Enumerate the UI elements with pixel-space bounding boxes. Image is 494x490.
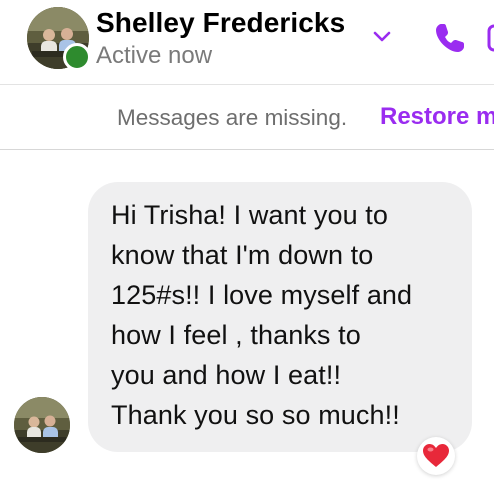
message-bubble[interactable]: Hi Trisha! I want you to know that I'm d… [88, 182, 472, 452]
chevron-down-icon[interactable] [370, 26, 394, 46]
phone-icon[interactable] [432, 20, 468, 56]
online-status-indicator [63, 43, 91, 71]
message-line: 125#s!! I love myself and [111, 280, 413, 310]
heart-reaction[interactable] [417, 437, 455, 475]
message-line: Thank you so so much!! [111, 400, 400, 430]
message-line: you and how I eat!! [111, 360, 342, 390]
message-line: how I feel , thanks to [111, 320, 361, 350]
active-status: Active now [96, 42, 213, 69]
restore-messages-link[interactable]: Restore m [380, 103, 494, 131]
video-camera-icon[interactable] [486, 24, 494, 52]
message-line: Hi Trisha! I want you to [111, 200, 389, 230]
contact-name[interactable]: Shelley Fredericks [96, 7, 345, 39]
missing-messages-notice: Messages are missing. Restore m [0, 85, 494, 150]
message-line: know that I'm down to [111, 240, 374, 270]
profile-photo-icon [14, 397, 70, 453]
missing-messages-text: Messages are missing. [117, 105, 348, 130]
red-heart-icon [423, 444, 449, 467]
sender-avatar[interactable] [14, 397, 70, 453]
conversation-header: Shelley Fredericks Active now [0, 0, 494, 85]
